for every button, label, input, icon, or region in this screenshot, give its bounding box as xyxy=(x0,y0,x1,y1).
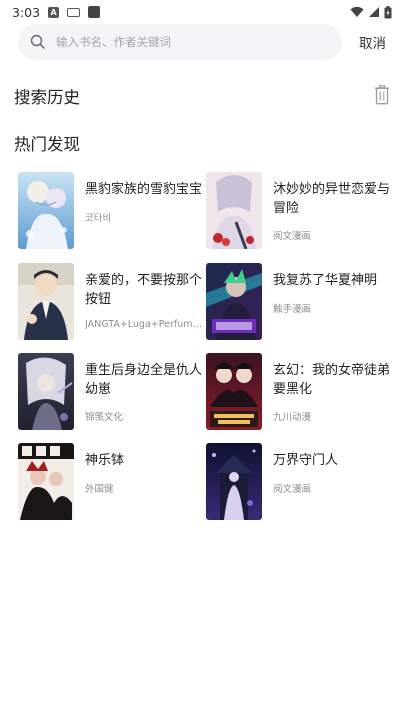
book-cover xyxy=(206,172,262,249)
app-notification-icon xyxy=(88,6,101,18)
book-author: JANGTA+Luga+Perfumm Mix xyxy=(85,319,203,330)
status-bar: 3:03 A xyxy=(0,0,404,24)
book-title: 沐妙妙的异世恋爱与冒险 xyxy=(273,182,391,216)
book-author: 阅文漫画 xyxy=(273,231,312,242)
book-cover xyxy=(18,443,74,520)
book-cover xyxy=(206,443,262,520)
search-bar: 取消 xyxy=(18,24,394,60)
book-title: 亲爱的，不要按那个按钮 xyxy=(85,273,203,307)
book-cover xyxy=(206,263,262,340)
battery-icon xyxy=(384,5,392,18)
book-title: 我复苏了华夏神明 xyxy=(273,273,378,288)
book-item[interactable]: 黑豹家族的雪豹宝宝 코타비 xyxy=(18,172,204,250)
clock: 3:03 xyxy=(12,4,41,20)
book-title: 玄幻：我的女帝徒弟要黑化 xyxy=(273,363,391,397)
book-title: 黑豹家族的雪豹宝宝 xyxy=(85,182,203,197)
book-cover xyxy=(18,353,74,430)
book-title: 万界守门人 xyxy=(273,453,339,468)
wifi-icon xyxy=(350,6,364,17)
search-input[interactable] xyxy=(54,34,308,50)
trash-icon[interactable] xyxy=(374,85,390,105)
book-title: 神乐钵 xyxy=(85,453,125,468)
search-box[interactable] xyxy=(18,24,342,60)
book-item[interactable]: 神乐钵 外国健 xyxy=(18,443,204,521)
book-item[interactable]: 玄幻：我的女帝徒弟要黑化 九川动漫 xyxy=(206,353,392,431)
keyboard-icon xyxy=(67,7,81,17)
book-author: 코타비 xyxy=(85,213,112,224)
book-cover xyxy=(18,263,74,340)
search-icon xyxy=(30,34,45,49)
book-author: 九川动漫 xyxy=(273,412,312,423)
book-item[interactable]: 重生后身边全是仇人幼崽 锦笺文化 xyxy=(18,353,204,431)
hot-discover-title: 热门发现 xyxy=(14,135,80,154)
book-author: 阅文漫画 xyxy=(273,484,312,495)
book-cover xyxy=(206,353,262,430)
book-title: 重生后身边全是仇人幼崽 xyxy=(85,363,203,397)
cancel-button[interactable]: 取消 xyxy=(359,32,386,52)
search-history-title: 搜索历史 xyxy=(14,88,80,107)
book-item[interactable]: 万界守门人 阅文漫画 xyxy=(206,443,392,521)
book-author: 外国健 xyxy=(85,484,114,495)
notification-a-icon: A xyxy=(48,6,60,18)
signal-icon xyxy=(369,7,379,17)
book-cover xyxy=(18,172,74,249)
book-author: 锦笺文化 xyxy=(85,412,124,423)
book-author: 触手漫画 xyxy=(273,304,312,315)
book-item[interactable]: 亲爱的，不要按那个按钮 JANGTA+Luga+Perfumm Mix xyxy=(18,263,204,341)
book-item[interactable]: 沐妙妙的异世恋爱与冒险 阅文漫画 xyxy=(206,172,392,250)
book-item[interactable]: 我复苏了华夏神明 触手漫画 xyxy=(206,263,392,341)
